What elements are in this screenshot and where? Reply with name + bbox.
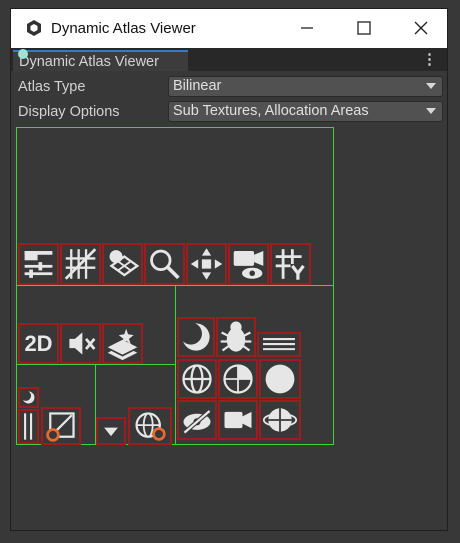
vertical-lines-icon	[18, 409, 39, 444]
camera-visibility-icon	[228, 243, 269, 285]
maximize-icon[interactable]	[353, 17, 375, 39]
display-options-value: Sub Textures, Allocation Areas	[173, 103, 369, 119]
tab-status-dot	[18, 49, 28, 59]
kebab-menu-icon[interactable]: ⋮	[422, 50, 437, 68]
window-title: Dynamic Atlas Viewer	[51, 20, 196, 37]
orbit-icon	[259, 400, 301, 440]
close-icon[interactable]	[410, 17, 432, 39]
bug-icon	[216, 317, 256, 357]
small-moon-icon	[18, 387, 39, 408]
horizontal-lines-icon	[257, 332, 301, 357]
atlas-type-dropdown[interactable]: Bilinear	[168, 76, 443, 97]
grid-snap-icon	[60, 243, 101, 285]
chevron-down-icon	[426, 83, 436, 89]
moon-icon	[177, 317, 215, 357]
globe-orange-icon	[128, 407, 172, 445]
atlas-type-label: Atlas Type	[18, 79, 86, 95]
tab-label: Dynamic Atlas Viewer	[19, 54, 159, 70]
minimize-icon[interactable]	[296, 17, 318, 39]
toolbar-settings-icon	[18, 243, 59, 285]
circle-icon	[259, 359, 301, 399]
2d-text-label: 2D	[24, 330, 53, 356]
grid-y-icon	[270, 243, 311, 285]
dropdown-arrow-icon	[96, 417, 126, 445]
display-options-dropdown[interactable]: Sub Textures, Allocation Areas	[168, 101, 443, 122]
atlas-type-value: Bilinear	[173, 78, 222, 94]
display-options-label: Display Options	[18, 104, 120, 120]
globe-half-icon	[218, 359, 258, 399]
atlas-preview: 2D	[16, 127, 334, 445]
2d-text-icon: 2D	[18, 323, 59, 364]
transform-icon	[186, 243, 227, 285]
tab-bar: Dynamic Atlas Viewer ⋮	[11, 48, 447, 71]
resize-orange-icon	[41, 407, 81, 445]
search-icon	[144, 243, 185, 285]
chevron-down-icon	[426, 108, 436, 114]
eye-hidden-icon	[177, 400, 217, 440]
atlas-viewer-window: Dynamic Atlas Viewer Dynamic Atlas Viewe…	[10, 8, 448, 531]
layer-star-icon	[102, 323, 143, 364]
unity-icon	[27, 20, 41, 36]
title-bar: Dynamic Atlas Viewer	[11, 9, 447, 48]
audio-mute-icon	[60, 323, 101, 364]
tab-dynamic-atlas-viewer[interactable]: Dynamic Atlas Viewer	[13, 49, 188, 71]
layers-icon	[102, 243, 143, 285]
video-camera-icon	[218, 400, 258, 440]
globe-grid-icon	[177, 359, 217, 399]
